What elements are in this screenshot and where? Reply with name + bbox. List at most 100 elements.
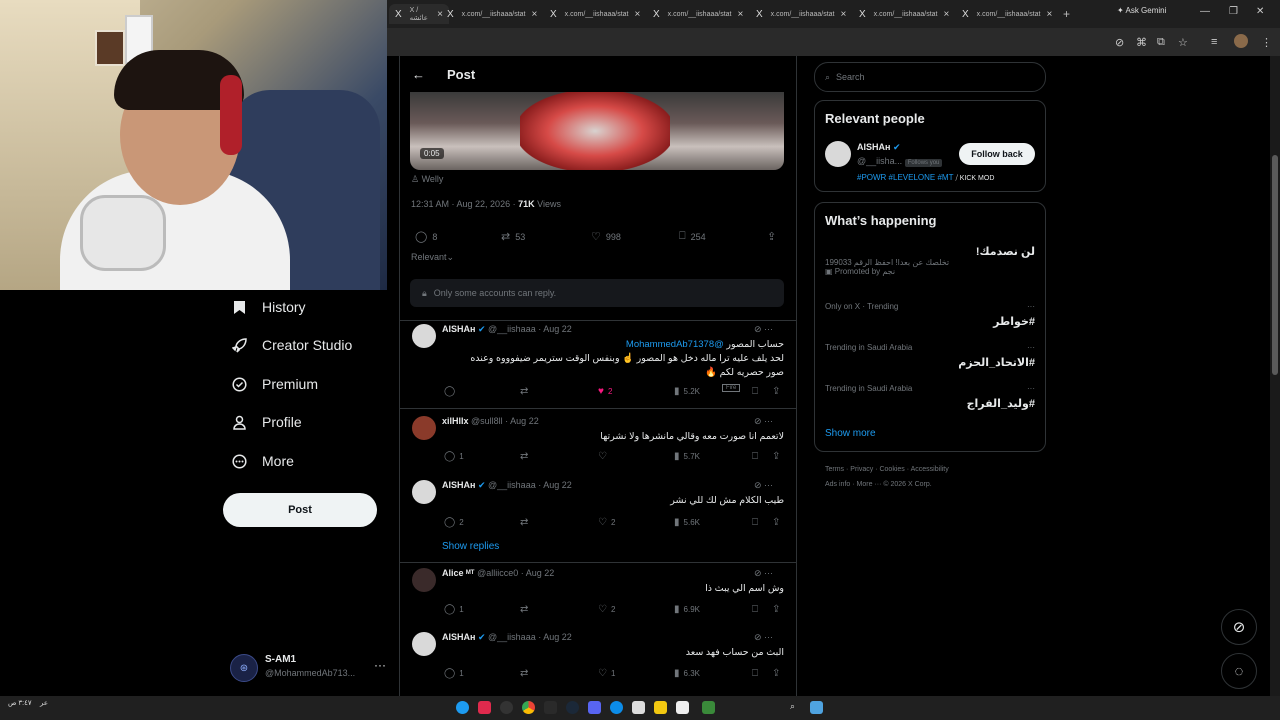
notepad-icon[interactable]	[676, 701, 689, 714]
close-tab-icon[interactable]: ×	[943, 9, 949, 20]
share-button[interactable]: ⇪	[772, 451, 784, 462]
close-window-icon[interactable]: ✕	[1256, 6, 1264, 17]
footer-link[interactable]: Terms	[825, 466, 844, 473]
like-button[interactable]: ♡ 1	[598, 668, 615, 679]
avatar[interactable]	[825, 141, 851, 167]
close-tab-icon[interactable]: ×	[634, 9, 640, 20]
reply-button[interactable]: ◯	[444, 386, 459, 397]
reply-tweet[interactable]: xilHlIx @sull8ll · Aug 22 ⊘ ··· لاتعمم ا…	[400, 414, 796, 470]
footer-link[interactable]: Ads info	[825, 481, 850, 488]
video-player[interactable]: 0:05	[410, 92, 784, 170]
trend-item[interactable]: Trending in Saudi Arabia ··· #وليد_الفرا…	[825, 384, 1035, 410]
like-button[interactable]: ♡ 2	[598, 604, 615, 615]
tweet-options-icon[interactable]: ⊘ ···	[754, 480, 773, 491]
tab-active[interactable]: X X / عائشه ×	[389, 4, 449, 24]
grok-button[interactable]: ⊘	[1221, 609, 1257, 645]
maximize-icon[interactable]: ❐	[1229, 6, 1238, 17]
scrollbar-thumb[interactable]	[1272, 155, 1278, 375]
tweet-options-icon[interactable]: ⊘ ···	[754, 324, 773, 335]
share-button[interactable]: ⇪	[772, 386, 784, 397]
messages-button[interactable]: ◌	[1221, 653, 1257, 689]
search-icon[interactable]: ⌕	[790, 701, 803, 714]
tab[interactable]: Xx.com/__iishaaa/stat ×	[859, 4, 949, 24]
close-tab-icon[interactable]: ×	[1046, 9, 1052, 20]
close-tab-icon[interactable]: ×	[437, 9, 443, 20]
show-replies-link[interactable]: Show replies	[442, 541, 499, 552]
tweet-options-icon[interactable]: ⊘ ···	[754, 632, 773, 643]
share-button[interactable]: ⇪	[772, 604, 784, 615]
ask-gemini-button[interactable]: ✦ Ask Gemini	[1117, 6, 1166, 15]
footer-link[interactable]: Privacy	[850, 466, 873, 473]
views-count[interactable]: ▮ 6.9K	[674, 604, 700, 615]
promoted-trend[interactable]: لن نصدمك! تخلصك عن بعدا! احفظ الرقم 1990…	[825, 245, 1035, 276]
reply-button[interactable]: ◯ 1	[444, 604, 464, 615]
tab[interactable]: Xx.com/__iishaaa/stat ×	[550, 4, 640, 24]
account-switcher[interactable]: ⊛ S-AM1 @MohammedAb713... ···	[230, 652, 390, 682]
show-more-link[interactable]: Show more	[825, 428, 876, 439]
app-icon[interactable]	[702, 701, 715, 714]
language-indicator[interactable]: عر	[40, 699, 48, 707]
back-arrow-icon[interactable]: ←	[412, 67, 425, 82]
nav-profile[interactable]: Profile	[230, 413, 302, 431]
reply-tweet[interactable]: AISHAʜ ✔ @__iishaaa · Aug 22 ⊘ ··· حساب …	[400, 322, 796, 408]
reply-button[interactable]: ◯ 1	[444, 451, 464, 462]
bookmark-button[interactable]: ⎕	[752, 517, 762, 528]
profile-avatar-icon[interactable]	[1234, 34, 1248, 48]
more-icon[interactable]: ···	[1027, 343, 1035, 352]
close-tab-icon[interactable]: ×	[737, 9, 743, 20]
search-input[interactable]: ⌕ Search	[814, 62, 1046, 92]
close-tab-icon[interactable]: ×	[531, 9, 537, 20]
like-button[interactable]: ♡	[598, 451, 611, 462]
reply-button[interactable]: ◯ 8	[415, 230, 437, 243]
post-button[interactable]: Post	[223, 493, 377, 527]
views-count[interactable]: ▮ 6.3K	[674, 668, 700, 679]
tab[interactable]: Xx.com/__iishaaa/stat ×	[756, 4, 846, 24]
trend-item[interactable]: Only on X · Trending ··· #خواطر	[825, 302, 1035, 328]
nav-creator-studio[interactable]: Creator Studio	[230, 336, 352, 354]
share-button[interactable]: ⇪	[772, 668, 784, 679]
calendar-icon[interactable]	[632, 701, 645, 714]
views-count[interactable]: ▮ 5.6K	[674, 517, 700, 528]
more-icon[interactable]: ···	[374, 658, 386, 672]
menu-icon[interactable]: ⋮	[1261, 36, 1272, 49]
install-icon[interactable]: ⧉	[1157, 36, 1165, 49]
tab[interactable]: Xx.com/__iishaaa/stat ×	[962, 4, 1052, 24]
extensions-icon[interactable]: ≡	[1211, 36, 1217, 48]
reply-tweet[interactable]: AISHAʜ ✔ @__iishaaa · Aug 22 ⊘ ··· البث …	[400, 630, 796, 690]
repost-button[interactable]: ⇄	[520, 451, 532, 462]
bookmark-button[interactable]: ⎕	[752, 451, 762, 462]
tiktok-icon[interactable]	[478, 701, 491, 714]
like-button[interactable]: ♡ 998	[591, 230, 621, 243]
reply-tweet[interactable]: Alice ᴹᵀ @alliicce0 · Aug 22 ⊘ ··· وش اس…	[400, 566, 796, 624]
bookmark-button[interactable]: ⎕	[752, 668, 762, 679]
footer-link[interactable]: Cookies	[879, 466, 904, 473]
bookmark-button[interactable]: ⎕	[752, 386, 762, 397]
windows-icon[interactable]	[810, 701, 823, 714]
minimize-icon[interactable]: —	[1200, 6, 1210, 17]
person-name[interactable]: AISHAʜ ✔	[857, 142, 901, 153]
nav-more[interactable]: More	[230, 452, 294, 470]
folder-icon[interactable]	[654, 701, 667, 714]
scrollbar[interactable]	[1270, 56, 1280, 696]
footer-link[interactable]: More ···	[857, 481, 882, 488]
steam-icon[interactable]	[566, 701, 579, 714]
repost-button[interactable]: ⇄ 53	[501, 230, 525, 243]
repost-button[interactable]: ⇄	[520, 604, 532, 615]
tweet-options-icon[interactable]: ⊘ ···	[754, 416, 773, 427]
taskbar-clock[interactable]: ٣:٤٧ ص	[8, 699, 32, 707]
like-button[interactable]: ♡ 2	[598, 517, 615, 528]
reply-sort-dropdown[interactable]: Relevant⌄	[411, 252, 454, 263]
like-button[interactable]: ♥ 2	[598, 386, 612, 397]
reply-button[interactable]: ◯ 2	[444, 517, 464, 528]
tab[interactable]: Xx.com/__iishaaa/stat ×	[653, 4, 743, 24]
repost-button[interactable]: ⇄	[520, 668, 532, 679]
footer-link[interactable]: Accessibility	[911, 466, 949, 473]
repost-button[interactable]: ⇄	[520, 517, 532, 528]
views-count[interactable]: ▮ 5.2K	[674, 386, 700, 397]
discord-icon[interactable]	[588, 701, 601, 714]
bookmark-button[interactable]: ⎕ 254	[679, 230, 706, 243]
nav-history[interactable]: History	[230, 298, 306, 316]
follow-back-button[interactable]: Follow back	[959, 143, 1035, 165]
trend-item[interactable]: Trending in Saudi Arabia ··· #الاتحاد_ال…	[825, 343, 1035, 369]
tweet-options-icon[interactable]: ⊘ ···	[754, 568, 773, 579]
